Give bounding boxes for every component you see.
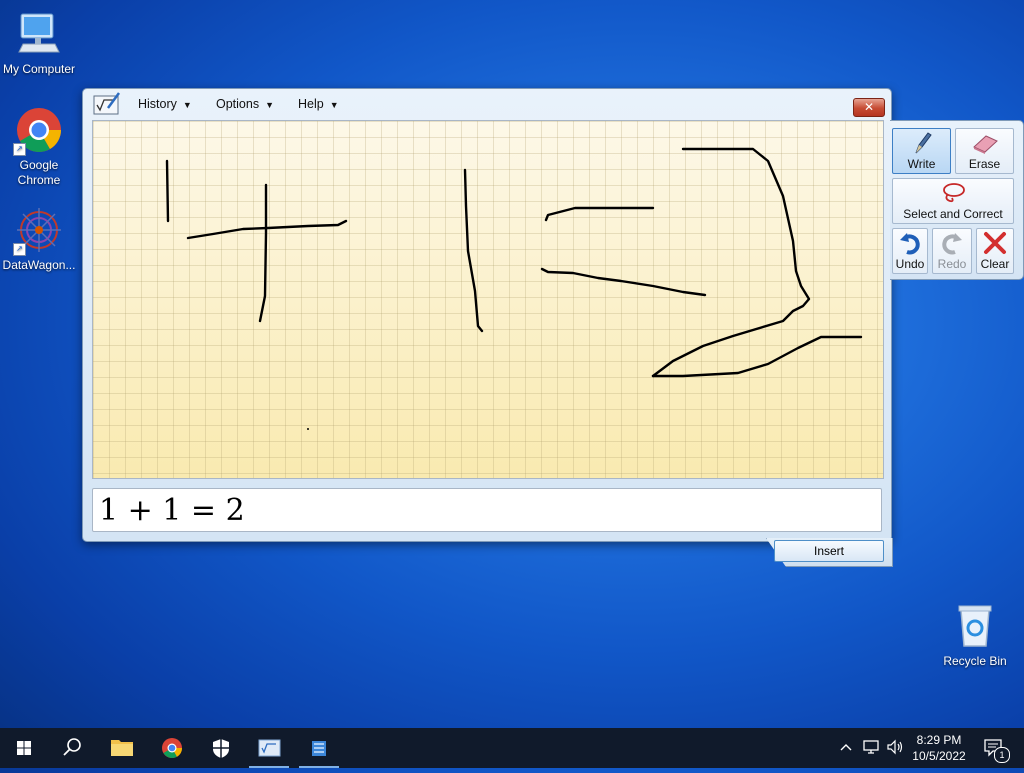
menu-options[interactable]: Options ▼ <box>216 97 274 111</box>
shield-icon <box>213 739 229 758</box>
redo-icon <box>942 233 962 255</box>
desktop-icon-google-chrome[interactable]: ↗ Google Chrome <box>0 106 78 188</box>
notification-badge: 1 <box>994 747 1010 763</box>
taskbar: 8:29 PM 10/5/2022 1 <box>0 728 1024 768</box>
clock-time: 8:29 PM <box>916 733 962 747</box>
desktop-icon-label: Google Chrome <box>17 158 61 187</box>
chrome-taskbar-button[interactable] <box>148 728 196 768</box>
undo-button[interactable]: Undo <box>892 228 928 274</box>
notification-center-button[interactable]: 1 <box>982 736 1010 763</box>
pen-icon <box>915 132 932 154</box>
desktop-icon-label: Recycle Bin <box>943 654 1007 668</box>
shortcut-arrow-icon: ↗ <box>13 143 26 156</box>
network-icon[interactable] <box>862 738 882 759</box>
math-input-app-icon <box>258 739 281 757</box>
security-taskbar-button[interactable] <box>197 728 245 768</box>
clear-button[interactable]: Clear <box>976 228 1014 274</box>
ink-strokes <box>165 147 863 430</box>
close-button[interactable]: ✕ <box>853 98 885 117</box>
eraser-icon <box>972 135 998 154</box>
start-button[interactable] <box>0 728 48 768</box>
math-input-app-icon <box>93 91 121 115</box>
clear-x-icon <box>984 232 1006 254</box>
search-button[interactable] <box>48 728 96 768</box>
desktop-icon-datawagon[interactable]: ↗ DataWagon... <box>0 206 78 273</box>
chrome-icon <box>162 738 183 758</box>
chevron-down-icon: ▼ <box>182 100 192 110</box>
datawagon-icon: ↗ <box>13 206 63 256</box>
math-input-panel-window: History ▼ Options ▼ Help ▼ ✕ 1 + 1 = 2 <box>82 88 892 542</box>
close-icon: ✕ <box>863 100 875 114</box>
recognized-preview: 1 + 1 = 2 <box>92 488 882 532</box>
insert-button[interactable]: Insert <box>774 540 884 562</box>
folder-icon <box>111 740 133 756</box>
desktop-icon-my-computer[interactable]: My Computer <box>0 10 78 77</box>
write-button[interactable]: Write <box>892 128 951 174</box>
file-explorer-button[interactable] <box>98 728 146 768</box>
chrome-icon: ↗ <box>13 106 63 156</box>
writing-area[interactable] <box>92 120 884 479</box>
clock-date: 10/5/2022 <box>912 749 966 763</box>
redo-button[interactable]: Redo <box>932 228 972 274</box>
shortcut-arrow-icon: ↗ <box>13 243 26 256</box>
recycle-bin-icon <box>951 602 999 650</box>
volume-icon[interactable] <box>886 738 906 759</box>
select-and-correct-button[interactable]: Select and Correct <box>892 178 1014 224</box>
desktop-icon-label: DataWagon... <box>2 258 76 272</box>
math-input-taskbar-button[interactable] <box>245 728 293 768</box>
search-icon <box>63 738 81 756</box>
clock[interactable]: 8:29 PM 10/5/2022 <box>906 732 972 764</box>
lasso-icon <box>943 183 965 203</box>
datawagon-icon <box>312 741 326 756</box>
desktop-icon-label: My Computer <box>2 62 76 76</box>
windows-logo-icon <box>17 741 31 755</box>
tool-palette: Write Erase Select and Correct Undo Redo <box>890 120 1024 280</box>
erase-button[interactable]: Erase <box>955 128 1014 174</box>
datawagon-taskbar-button[interactable] <box>295 728 343 768</box>
chevron-down-icon: ▼ <box>329 100 339 110</box>
desktop-icon-recycle-bin[interactable]: Recycle Bin <box>936 602 1014 669</box>
computer-icon <box>15 10 63 58</box>
menu-help[interactable]: Help ▼ <box>298 97 339 111</box>
undo-icon <box>900 233 920 255</box>
chevron-down-icon: ▼ <box>265 100 275 110</box>
menu-history[interactable]: History ▼ <box>138 97 192 111</box>
chevron-up-icon[interactable] <box>838 738 854 759</box>
